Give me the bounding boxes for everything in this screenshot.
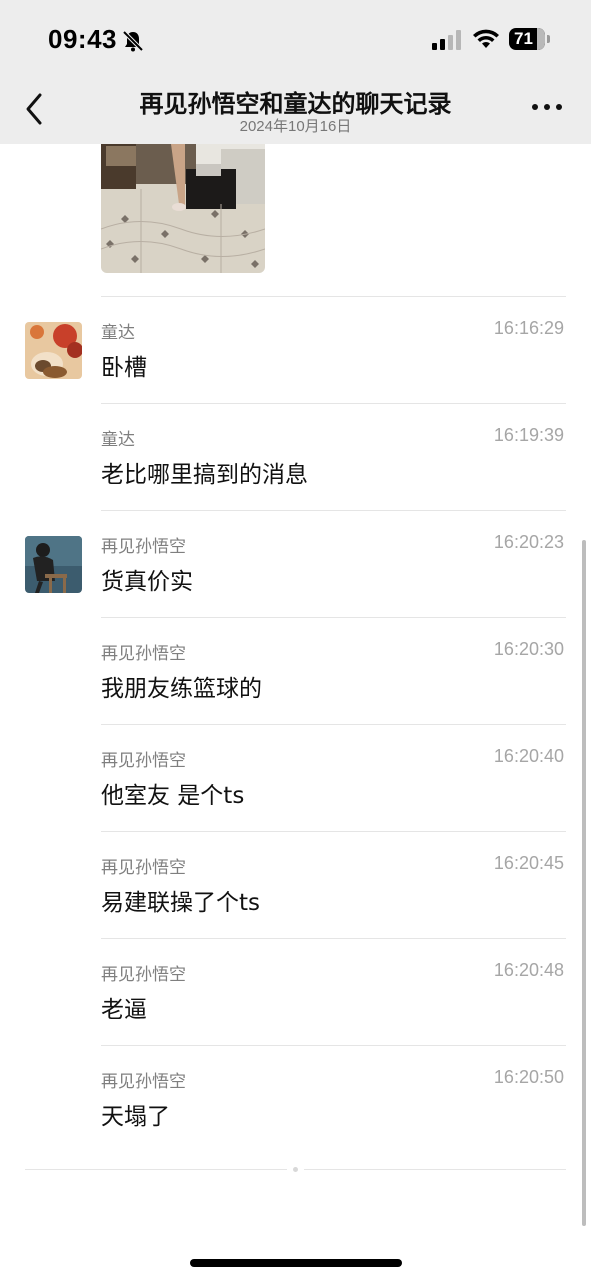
message-divider bbox=[101, 1045, 566, 1046]
sender-name: 童达 bbox=[101, 323, 135, 343]
signal-icon bbox=[432, 30, 461, 50]
back-chevron-icon[interactable] bbox=[20, 92, 50, 126]
message-divider bbox=[101, 617, 566, 618]
message-time: 16:20:45 bbox=[493, 853, 564, 873]
status-time: 09:43 bbox=[48, 24, 117, 54]
message-divider bbox=[101, 831, 566, 832]
sender-name: 再见孙悟空 bbox=[101, 1072, 186, 1092]
message-item[interactable]: 再见孙悟空 16:20:45 易建联操了个ts bbox=[0, 833, 591, 939]
home-indicator[interactable] bbox=[190, 1259, 402, 1267]
message-text: 易建联操了个ts bbox=[101, 890, 261, 916]
chat-photo[interactable] bbox=[101, 144, 265, 273]
avatar-tongda[interactable] bbox=[25, 322, 82, 379]
sender-name: 童达 bbox=[101, 430, 135, 450]
message-text: 我朋友练篮球的 bbox=[101, 676, 262, 702]
end-of-list-dot bbox=[293, 1167, 298, 1172]
message-text: 老逼 bbox=[101, 997, 147, 1023]
avatar-wukong[interactable] bbox=[25, 536, 82, 593]
message-text: 天塌了 bbox=[101, 1104, 170, 1130]
battery-level: 71 bbox=[514, 29, 533, 48]
message-time: 16:20:23 bbox=[493, 532, 564, 552]
message-time: 16:20:48 bbox=[493, 960, 564, 980]
message-item[interactable]: 再见孙悟空 16:20:23 货真价实 bbox=[0, 512, 591, 618]
battery-icon: 71 bbox=[509, 28, 550, 50]
message-item[interactable]: 童达 16:19:39 老比哪里搞到的消息 bbox=[0, 405, 591, 511]
message-time: 16:20:50 bbox=[493, 1067, 564, 1087]
message-item[interactable]: 再见孙悟空 16:20:30 我朋友练篮球的 bbox=[0, 619, 591, 725]
scrollbar[interactable] bbox=[582, 540, 586, 1226]
message-time: 16:20:40 bbox=[493, 746, 564, 766]
message-text: 老比哪里搞到的消息 bbox=[101, 462, 308, 488]
wifi-icon bbox=[473, 29, 499, 48]
bell-slash-icon bbox=[122, 30, 144, 52]
sender-name: 再见孙悟空 bbox=[101, 965, 186, 985]
end-of-list-line bbox=[25, 1169, 287, 1170]
more-dots-icon[interactable] bbox=[530, 102, 564, 114]
message-divider bbox=[101, 403, 566, 404]
status-bar: 09:43 71 bbox=[0, 0, 591, 80]
message-divider bbox=[101, 296, 566, 297]
photo-image bbox=[101, 144, 265, 273]
message-time: 16:16:29 bbox=[493, 318, 564, 338]
message-item[interactable]: 再见孙悟空 16:20:48 老逼 bbox=[0, 940, 591, 1046]
message-text: 卧槽 bbox=[101, 355, 147, 381]
message-time: 16:19:39 bbox=[493, 425, 564, 445]
sender-name: 再见孙悟空 bbox=[101, 751, 186, 771]
message-text: 他室友 是个ts bbox=[101, 783, 245, 809]
page-subtitle-date: 2024年10月16日 bbox=[239, 118, 352, 135]
message-item[interactable]: 再见孙悟空 16:20:40 他室友 是个ts bbox=[0, 726, 591, 832]
message-text: 货真价实 bbox=[101, 569, 193, 595]
message-item[interactable]: 童达 16:16:29 卧槽 bbox=[0, 298, 591, 404]
sender-name: 再见孙悟空 bbox=[101, 644, 186, 664]
message-divider bbox=[101, 510, 566, 511]
message-divider bbox=[101, 938, 566, 939]
message-item[interactable]: 再见孙悟空 16:20:50 天塌了 bbox=[0, 1047, 591, 1153]
page-title: 再见孙悟空和童达的聊天记录 bbox=[139, 90, 452, 118]
sender-name: 再见孙悟空 bbox=[101, 858, 186, 878]
nav-bar: 再见孙悟空和童达的聊天记录 2024年10月16日 bbox=[0, 80, 591, 144]
message-divider bbox=[101, 724, 566, 725]
message-time: 16:20:30 bbox=[493, 639, 564, 659]
sender-name: 再见孙悟空 bbox=[101, 537, 186, 557]
end-of-list-line bbox=[304, 1169, 566, 1170]
